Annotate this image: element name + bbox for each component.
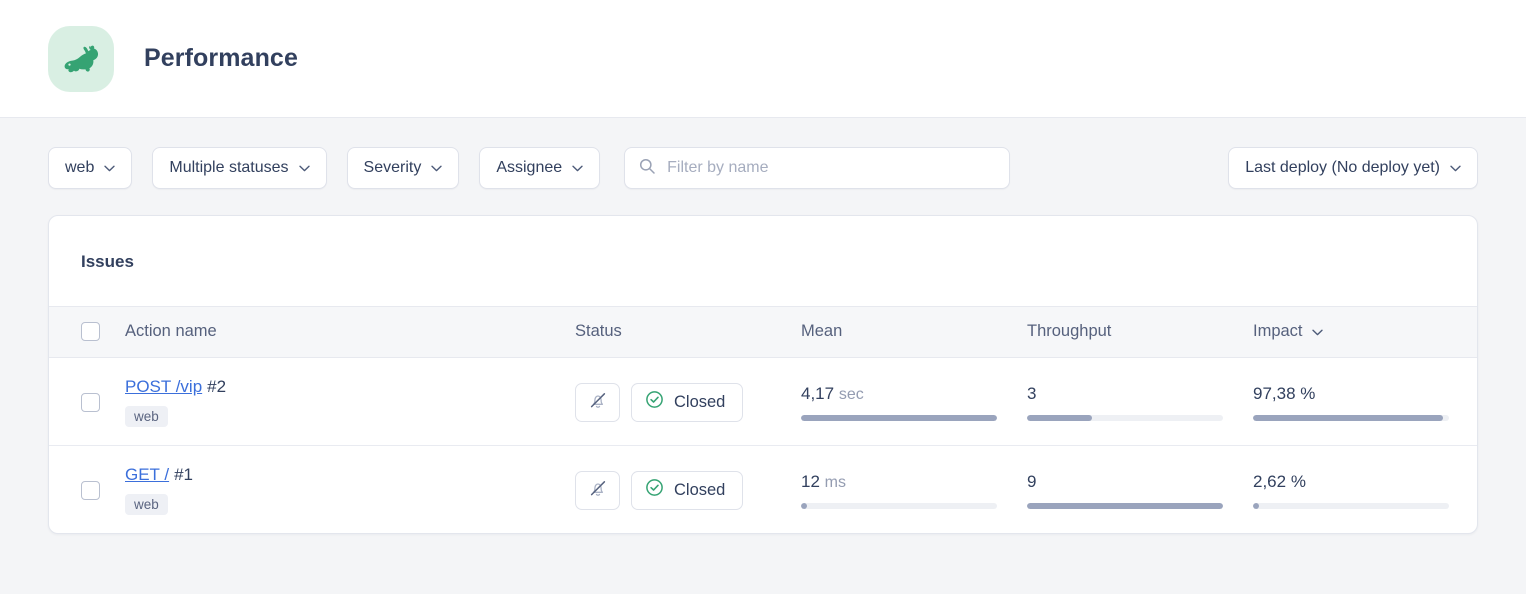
filter-assignee-dropdown[interactable]: Assignee xyxy=(479,147,601,189)
filter-severity-label: Severity xyxy=(363,159,422,176)
filter-severity-dropdown[interactable]: Severity xyxy=(346,147,460,189)
mean-value: 4,17 xyxy=(801,383,835,403)
row-select-cell xyxy=(49,446,125,534)
rabbit-icon xyxy=(48,25,114,92)
impact-value: 2,62 xyxy=(1253,471,1287,491)
column-header-status[interactable]: Status xyxy=(575,306,801,358)
bell-muted-icon xyxy=(588,478,608,503)
throughput-value: 3 xyxy=(1027,383,1037,403)
table-row[interactable]: POST /vip #2 web Closed 4,17 sec 3 97,38… xyxy=(49,357,1477,446)
status-badge[interactable]: Closed xyxy=(631,382,744,422)
status-label: Closed xyxy=(674,392,726,411)
column-header-action[interactable]: Action name xyxy=(125,306,575,358)
mean-value: 12 xyxy=(801,471,820,491)
search-box[interactable] xyxy=(624,147,1011,189)
throughput-bar-track xyxy=(1027,502,1223,509)
impact-unit: % xyxy=(1300,383,1316,403)
mean-bar-fill xyxy=(801,502,807,509)
bell-muted-icon xyxy=(588,390,608,415)
column-header-impact[interactable]: Impact xyxy=(1253,306,1477,358)
action-name-cell: POST /vip #2 web xyxy=(125,357,575,446)
mean-bar-track xyxy=(801,414,997,421)
chevron-down-icon xyxy=(1450,165,1461,172)
throughput-cell: 9 xyxy=(1027,446,1253,534)
throughput-cell: 3 xyxy=(1027,357,1253,446)
filter-deploy-label: Last deploy (No deploy yet) xyxy=(1245,159,1440,176)
issues-card: Issues Action name Status Mean Throughpu… xyxy=(48,215,1478,534)
row-tag: web xyxy=(125,406,168,427)
row-checkbox[interactable] xyxy=(81,480,100,500)
filter-environment-dropdown[interactable]: web xyxy=(48,147,133,189)
column-header-throughput[interactable]: Throughput xyxy=(1027,306,1253,358)
row-select-cell xyxy=(49,357,125,446)
mean-cell: 4,17 sec xyxy=(801,357,1027,446)
throughput-bar-fill xyxy=(1027,414,1092,421)
mute-notifications-button[interactable] xyxy=(575,470,620,510)
row-tag: web xyxy=(125,494,168,515)
filter-status-label: Multiple statuses xyxy=(169,159,289,176)
search-input[interactable] xyxy=(667,159,996,177)
chevron-down-icon xyxy=(104,165,116,172)
impact-bar-track xyxy=(1253,414,1449,421)
filter-assignee-label: Assignee xyxy=(496,159,563,176)
select-all-checkbox[interactable] xyxy=(81,322,100,341)
status-cell: Closed xyxy=(575,446,801,534)
status-cell: Closed xyxy=(575,357,801,446)
chevron-down-icon xyxy=(431,165,443,172)
impact-value: 97,38 xyxy=(1253,383,1296,403)
chevron-down-icon xyxy=(1311,322,1323,341)
action-name-cell: GET / #1 web xyxy=(125,446,575,534)
action-number: #1 xyxy=(174,465,194,484)
row-checkbox[interactable] xyxy=(81,392,100,412)
action-name-link[interactable]: GET / xyxy=(125,465,169,484)
mean-unit: sec xyxy=(838,385,864,403)
mute-notifications-button[interactable] xyxy=(575,382,620,422)
impact-unit: % xyxy=(1290,471,1306,491)
filter-environment-label: web xyxy=(65,159,95,176)
table-row[interactable]: GET / #1 web Closed 12 ms 9 2,62 % xyxy=(49,446,1477,534)
table-header-row: Action name Status Mean Throughput Impac… xyxy=(49,306,1477,358)
action-name-link[interactable]: POST /vip xyxy=(125,377,202,396)
mean-bar-track xyxy=(801,502,997,509)
throughput-bar-track xyxy=(1027,414,1223,421)
filter-deploy-dropdown[interactable]: Last deploy (No deploy yet) xyxy=(1228,147,1478,189)
column-header-mean[interactable]: Mean xyxy=(801,306,1027,358)
filter-bar: web Multiple statuses Severity Assignee … xyxy=(0,118,1526,189)
issues-table-header: Action name Status Mean Throughput Impac… xyxy=(49,306,1477,358)
column-header-impact-label: Impact xyxy=(1253,322,1303,340)
issues-table-body: POST /vip #2 web Closed 4,17 sec 3 97,38… xyxy=(49,357,1477,534)
search-icon xyxy=(639,158,655,179)
impact-bar-fill xyxy=(1253,502,1259,509)
chevron-down-icon xyxy=(572,165,583,172)
issues-card-title: Issues xyxy=(81,252,134,271)
check-circle-icon xyxy=(645,478,664,502)
page-title: Performance xyxy=(144,44,298,72)
check-circle-icon xyxy=(645,390,664,414)
mean-unit: ms xyxy=(824,473,846,491)
throughput-bar-fill xyxy=(1027,502,1223,509)
impact-bar-fill xyxy=(1253,414,1444,421)
impact-cell: 2,62 % xyxy=(1253,446,1477,534)
app-header: Performance xyxy=(0,0,1526,118)
filter-status-dropdown[interactable]: Multiple statuses xyxy=(152,147,327,189)
mean-cell: 12 ms xyxy=(801,446,1027,534)
status-label: Closed xyxy=(674,480,726,499)
impact-cell: 97,38 % xyxy=(1253,357,1477,446)
select-all-header xyxy=(49,306,125,358)
impact-bar-track xyxy=(1253,502,1449,509)
issues-table: Action name Status Mean Throughput Impac… xyxy=(49,306,1477,534)
action-number: #2 xyxy=(207,377,227,396)
chevron-down-icon xyxy=(298,165,310,172)
status-badge[interactable]: Closed xyxy=(631,470,744,510)
throughput-value: 9 xyxy=(1027,471,1037,491)
mean-bar-fill xyxy=(801,414,997,421)
